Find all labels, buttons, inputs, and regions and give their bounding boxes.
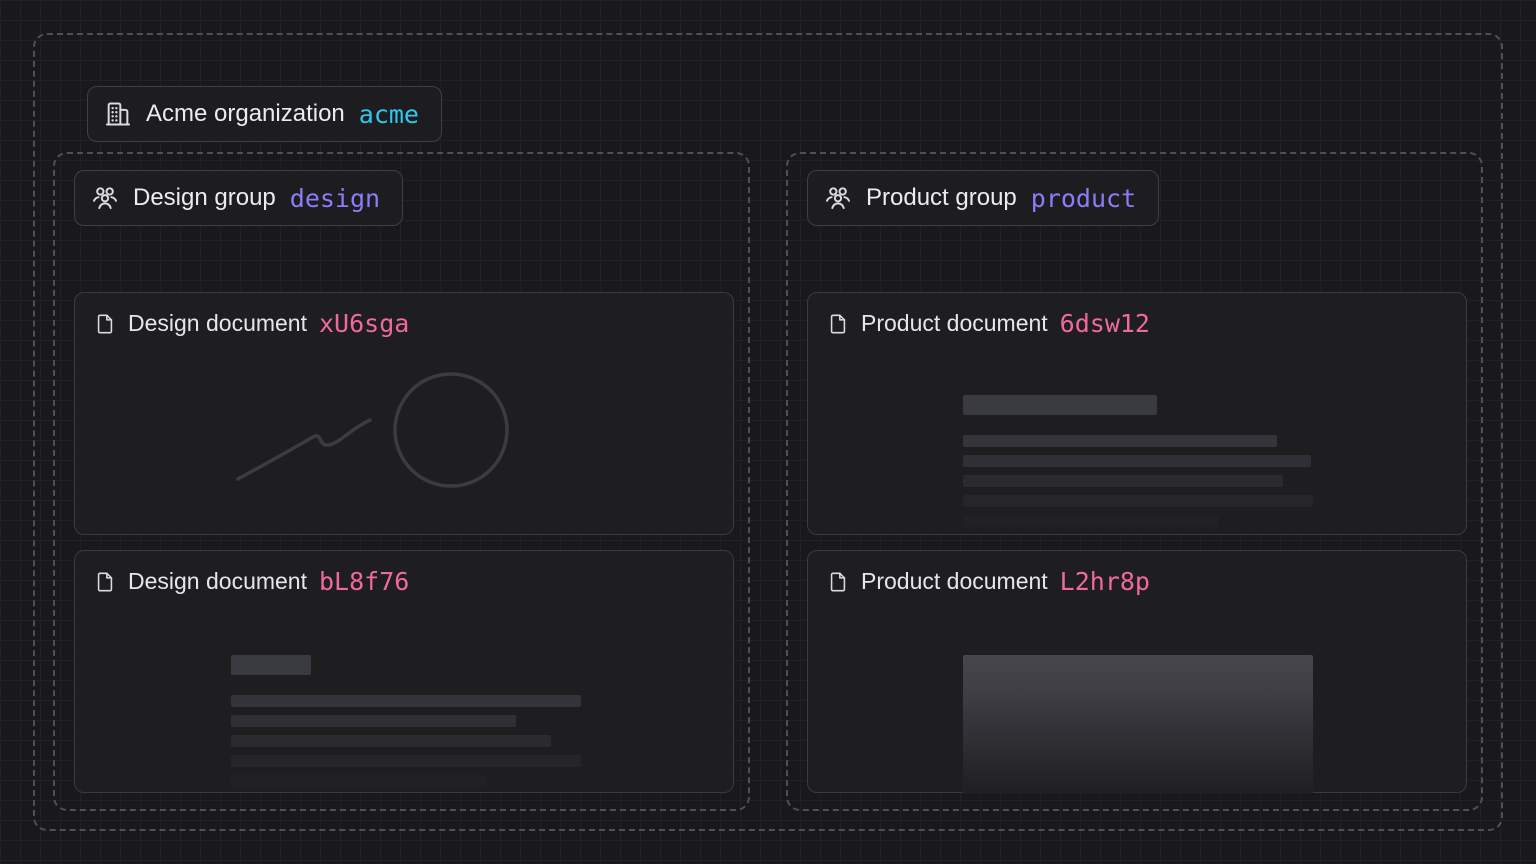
skeleton-line xyxy=(963,475,1283,487)
skeleton-line xyxy=(963,495,1313,507)
document-header: Product document L2hr8p xyxy=(827,567,1150,596)
sketch-doodle xyxy=(75,293,735,536)
skeleton-line xyxy=(231,755,581,767)
skeleton-title xyxy=(231,655,311,675)
skeleton-line xyxy=(231,735,551,747)
document-label: Product document xyxy=(861,310,1048,337)
document-header: Product document 6dsw12 xyxy=(827,309,1150,338)
skeleton-line xyxy=(231,775,487,787)
document-label: Product document xyxy=(861,568,1048,595)
skeleton-line xyxy=(963,515,1219,527)
group-design: Design group design Design document xU6s… xyxy=(53,152,750,811)
skeleton-title xyxy=(963,395,1157,415)
image-placeholder xyxy=(963,655,1313,794)
document-id: L2hr8p xyxy=(1060,567,1150,596)
organization-id: acme xyxy=(359,100,419,129)
document-card-xU6sga: Design document xU6sga xyxy=(74,292,734,535)
group-product: Product group product Product document 6… xyxy=(786,152,1483,811)
skeleton-line xyxy=(963,455,1311,467)
document-id: 6dsw12 xyxy=(1060,309,1150,338)
document-label: Design document xyxy=(128,568,307,595)
skeleton-line xyxy=(231,695,581,707)
skeleton-line xyxy=(963,435,1277,447)
users-icon xyxy=(91,184,119,212)
organization-badge: Acme organization acme xyxy=(87,86,442,142)
building-icon xyxy=(104,100,132,128)
file-icon xyxy=(827,571,849,593)
document-card-bL8f76: Design document bL8f76 xyxy=(74,550,734,793)
canvas: { "org": { "icon": "building-icon", "lab… xyxy=(0,0,1536,864)
group-id: product xyxy=(1031,184,1136,213)
users-icon xyxy=(824,184,852,212)
product-group-badge: Product group product xyxy=(807,170,1159,226)
document-card-6dsw12: Product document 6dsw12 xyxy=(807,292,1467,535)
group-label: Design group xyxy=(133,184,276,212)
file-icon xyxy=(827,313,849,335)
document-header: Design document bL8f76 xyxy=(94,567,409,596)
file-icon xyxy=(94,571,116,593)
group-id: design xyxy=(290,184,380,213)
skeleton-line xyxy=(231,715,516,727)
organization-label: Acme organization xyxy=(146,100,345,128)
document-card-L2hr8p: Product document L2hr8p xyxy=(807,550,1467,793)
document-id: bL8f76 xyxy=(319,567,409,596)
design-group-badge: Design group design xyxy=(74,170,403,226)
group-label: Product group xyxy=(866,184,1017,212)
